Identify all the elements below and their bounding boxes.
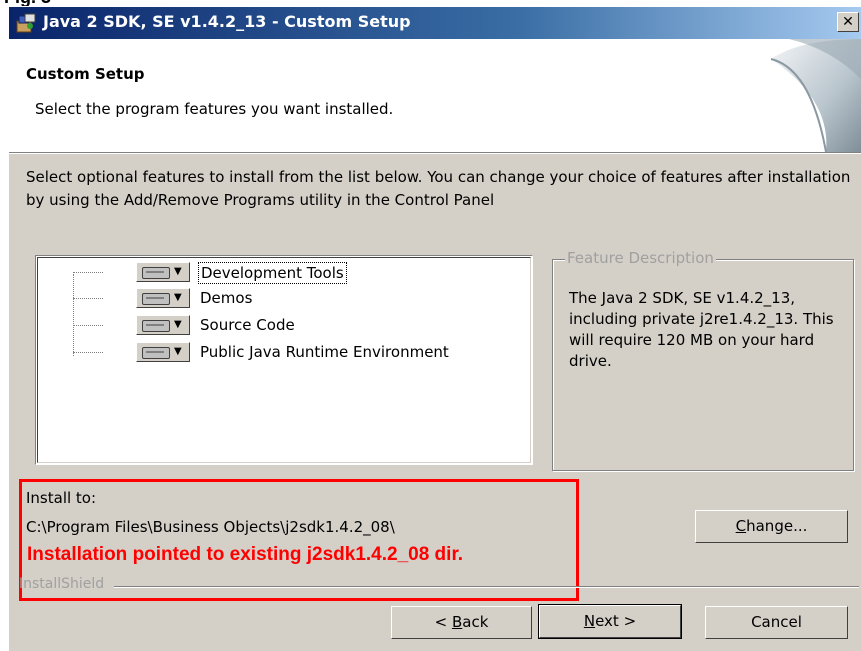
dropdown-arrow-icon: ▼ — [174, 346, 182, 357]
close-button[interactable]: ✕ — [837, 12, 859, 32]
page-title: Custom Setup — [26, 65, 145, 83]
feature-label[interactable]: Public Java Runtime Environment — [198, 342, 451, 362]
feature-state-dropdown[interactable]: ▼ — [136, 288, 190, 308]
change-label: hange... — [746, 517, 808, 535]
change-mnemonic: C — [735, 517, 747, 535]
setup-window: Java 2 SDK, SE v1.4.2_13 - Custom Setup … — [8, 6, 861, 651]
dropdown-arrow-icon: ▼ — [174, 292, 182, 303]
next-label: ext > — [595, 612, 637, 630]
next-mnemonic: N — [583, 612, 596, 630]
back-prefix: < — [434, 613, 452, 631]
installer-app-icon — [16, 13, 36, 33]
back-mnemonic: B — [451, 613, 463, 631]
feature-description-group: Feature Description The Java 2 SDK, SE v… — [552, 249, 854, 471]
tree-connector — [73, 274, 74, 356]
hard-drive-icon — [142, 293, 170, 305]
next-button[interactable]: Next > — [538, 604, 682, 639]
change-button[interactable]: Change... — [695, 510, 848, 543]
banner-graphic-icon — [731, 39, 861, 152]
hard-drive-icon — [142, 347, 170, 359]
hard-drive-icon — [142, 267, 170, 279]
feature-state-dropdown[interactable]: ▼ — [136, 342, 190, 362]
red-annotation: Installation pointed to existing j2sdk1.… — [27, 544, 464, 565]
hard-drive-icon — [142, 320, 170, 332]
installshield-separator — [114, 586, 859, 587]
feature-state-dropdown[interactable]: ▼ — [136, 262, 190, 282]
feature-description-legend: Feature Description — [565, 249, 716, 267]
tree-branch — [73, 298, 103, 299]
page-subtitle: Select the program features you want ins… — [35, 100, 394, 118]
tree-branch — [73, 352, 103, 353]
tree-branch — [73, 325, 103, 326]
install-path: C:\Program Files\Business Objects\j2sdk1… — [26, 518, 395, 536]
feature-description-text: The Java 2 SDK, SE v1.4.2_13, including … — [569, 289, 834, 370]
close-icon: ✕ — [842, 14, 854, 30]
install-to-label: Install to: — [26, 489, 97, 507]
header-divider — [9, 153, 861, 154]
cancel-button[interactable]: Cancel — [705, 606, 848, 639]
window-title: Java 2 SDK, SE v1.4.2_13 - Custom Setup — [43, 12, 411, 31]
feature-label[interactable]: Development Tools — [198, 262, 347, 284]
feature-label[interactable]: Source Code — [198, 315, 297, 335]
installshield-label: InstallShield — [19, 576, 105, 592]
dropdown-arrow-icon: ▼ — [174, 319, 182, 330]
dropdown-arrow-icon: ▼ — [174, 266, 182, 277]
feature-tree-viewport: ▼ Development Tools ▼ Demos ▼ Source Cod… — [37, 257, 531, 463]
tree-branch — [73, 272, 103, 273]
instructions-text: Select optional features to install from… — [26, 168, 851, 209]
feature-label[interactable]: Demos — [198, 288, 254, 308]
feature-state-dropdown[interactable]: ▼ — [136, 315, 190, 335]
title-bar[interactable]: Java 2 SDK, SE v1.4.2_13 - Custom Setup … — [9, 7, 861, 39]
header-banner: Custom Setup Select the program features… — [9, 39, 861, 153]
back-label: ack — [462, 613, 489, 631]
back-button[interactable]: < Back — [391, 606, 532, 639]
feature-tree[interactable]: ▼ Development Tools ▼ Demos ▼ Source Cod… — [35, 255, 533, 465]
